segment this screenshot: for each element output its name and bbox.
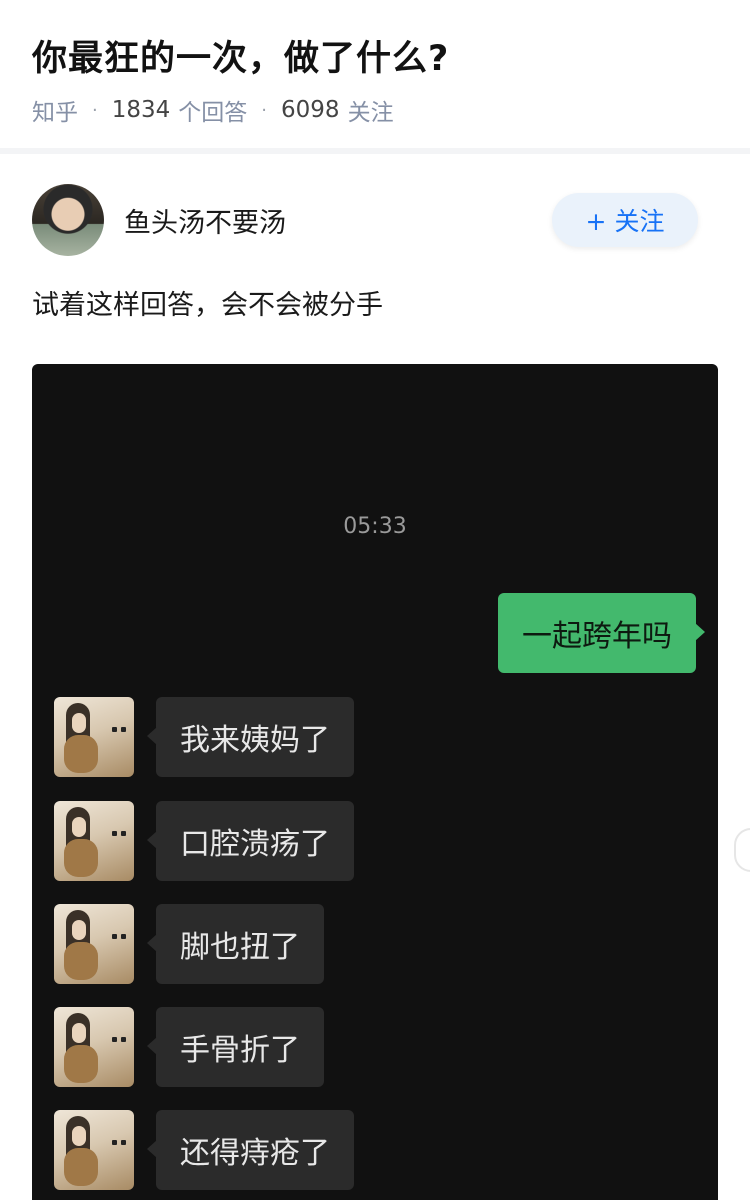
- girl-holding-bear-avatar-icon: [54, 697, 134, 777]
- author-name[interactable]: 鱼头汤不要汤: [124, 201, 552, 240]
- follower-count-label[interactable]: 关注: [348, 93, 394, 127]
- follow-button[interactable]: + 关注: [552, 193, 698, 247]
- girl-holding-bear-avatar-icon: [54, 801, 134, 881]
- received-message-bubble: 脚也扭了: [147, 904, 324, 984]
- chat-screenshot[interactable]: 05:33 一起跨年吗 我来姨妈了 口腔溃疡了 脚也扭了 手骨折了 还得痔疮了: [32, 364, 718, 1200]
- chat-timestamp: 05:33: [343, 514, 407, 539]
- received-message-bubble: 手骨折了: [147, 1007, 324, 1087]
- received-message-text: 口腔溃疡了: [180, 827, 330, 862]
- sent-message-bubble: 一起跨年吗: [498, 593, 705, 673]
- girl-holding-bear-avatar-icon: [54, 904, 134, 984]
- received-message-row: 我来姨妈了: [54, 697, 354, 777]
- girl-holding-bear-avatar-icon: [54, 1110, 134, 1190]
- author-row: 鱼头汤不要汤 + 关注: [32, 182, 718, 258]
- received-message-bubble: 还得痔疮了: [147, 1110, 354, 1190]
- section-divider: [0, 148, 750, 154]
- received-message-text: 还得痔疮了: [180, 1136, 330, 1171]
- received-message-text: 我来姨妈了: [180, 723, 330, 758]
- follower-count: 6098: [281, 97, 340, 123]
- follow-button-label: + 关注: [585, 207, 665, 236]
- answer-text: 试着这样回答，会不会被分手: [32, 290, 383, 321]
- answer-count: 1834: [111, 97, 171, 123]
- sent-message-text: 一起跨年吗: [522, 619, 672, 654]
- received-message-bubble: 口腔溃疡了: [147, 801, 354, 881]
- separator-dot: ·: [261, 99, 268, 121]
- question-title[interactable]: 你最狂的一次，做了什么?: [32, 36, 718, 82]
- author-avatar[interactable]: [32, 184, 104, 256]
- answer-count-label[interactable]: 个回答: [178, 93, 247, 127]
- question-header: 你最狂的一次，做了什么? 知乎 · 1834 个回答 · 6098 关注: [0, 0, 750, 148]
- girl-holding-bear-avatar-icon: [54, 1007, 134, 1087]
- received-message-text: 脚也扭了: [180, 930, 300, 965]
- received-message-row: 脚也扭了: [54, 904, 324, 984]
- edge-scroll-handle[interactable]: [734, 828, 750, 872]
- received-message-row: 还得痔疮了: [54, 1110, 354, 1190]
- source-label[interactable]: 知乎: [32, 93, 78, 127]
- received-message-text: 手骨折了: [180, 1033, 300, 1068]
- received-message-bubble: 我来姨妈了: [147, 697, 354, 777]
- received-message-row: 手骨折了: [54, 1007, 324, 1087]
- separator-dot: ·: [92, 99, 98, 121]
- received-message-row: 口腔溃疡了: [54, 801, 354, 881]
- question-meta: 知乎 · 1834 个回答 · 6098 关注: [32, 94, 718, 126]
